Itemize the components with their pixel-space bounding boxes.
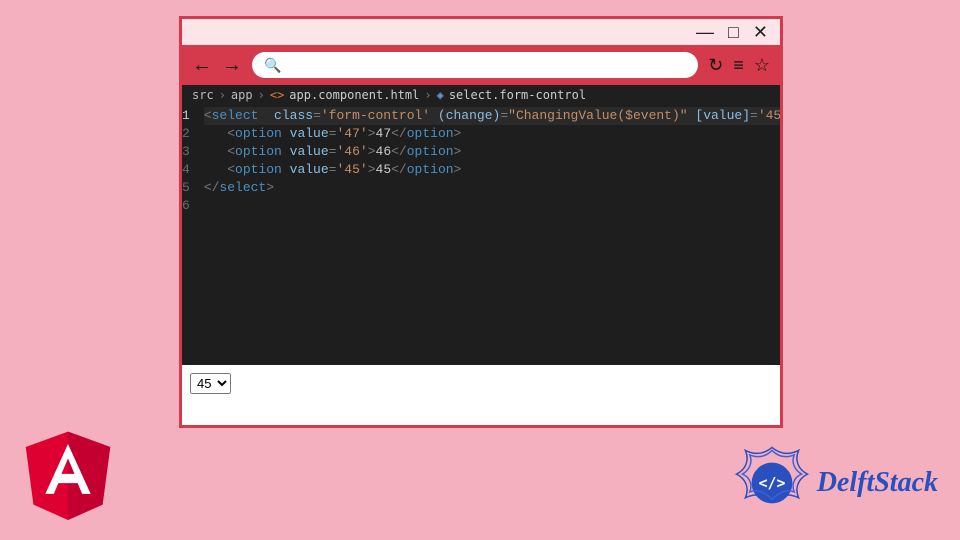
line-number: 5 [182,179,190,197]
delftstack-badge-icon: </> [735,446,809,520]
search-icon: 🔍 [264,57,281,74]
output-panel: 474645 [182,365,780,425]
menu-button[interactable]: ≡ [733,55,744,76]
breadcrumb: src › app › <> app.component.html › ◈ se… [182,85,780,105]
minimize-button[interactable]: — [696,23,714,41]
code-editor[interactable]: 1 2 3 4 5 6 <select class='form-control'… [182,105,780,365]
chevron-icon: › [258,88,265,102]
maximize-button[interactable]: □ [728,23,739,41]
code-line: <option value='47'>47</option> [204,125,780,143]
line-gutter: 1 2 3 4 5 6 [182,105,198,365]
html-file-icon: <> [270,88,284,102]
crumb-element[interactable]: select.form-control [449,88,586,102]
crumb-file[interactable]: app.component.html [289,88,419,102]
crumb-folder[interactable]: app [231,88,253,102]
line-number: 4 [182,161,190,179]
url-bar[interactable]: 🔍 [252,52,698,78]
chevron-icon: › [424,88,431,102]
code-line [204,197,780,215]
close-button[interactable]: ✕ [753,23,768,41]
delftstack-logo: </> DelftStack [735,446,938,520]
angular-logo [20,422,116,522]
line-number: 3 [182,143,190,161]
back-button[interactable]: ← [192,54,212,77]
chevron-icon: › [219,88,226,102]
code-line: <option value='46'>46</option> [204,143,780,161]
line-number: 1 [182,107,190,125]
code-line: <option value='45'>45</option> [204,161,780,179]
reload-button[interactable]: ↻ [708,55,723,76]
code-line: <select class='form-control' (change)="C… [204,107,780,125]
line-number: 2 [182,125,190,143]
line-number: 6 [182,197,190,215]
crumb-root[interactable]: src [192,88,214,102]
delftstack-text: DelftStack [817,467,938,499]
forward-button[interactable]: → [222,54,242,77]
element-icon: ◈ [437,88,444,102]
titlebar: — □ ✕ [182,19,780,45]
output-select[interactable]: 474645 [190,373,231,394]
svg-text:</>: </> [758,475,785,492]
code-line: </select> [204,179,780,197]
browser-window: — □ ✕ ← → 🔍 ↻ ≡ ☆ src › app › <> app.com… [179,16,783,428]
browser-toolbar: ← → 🔍 ↻ ≡ ☆ [182,45,780,85]
code-pane[interactable]: <select class='form-control' (change)="C… [198,105,780,365]
star-button[interactable]: ☆ [754,55,770,76]
